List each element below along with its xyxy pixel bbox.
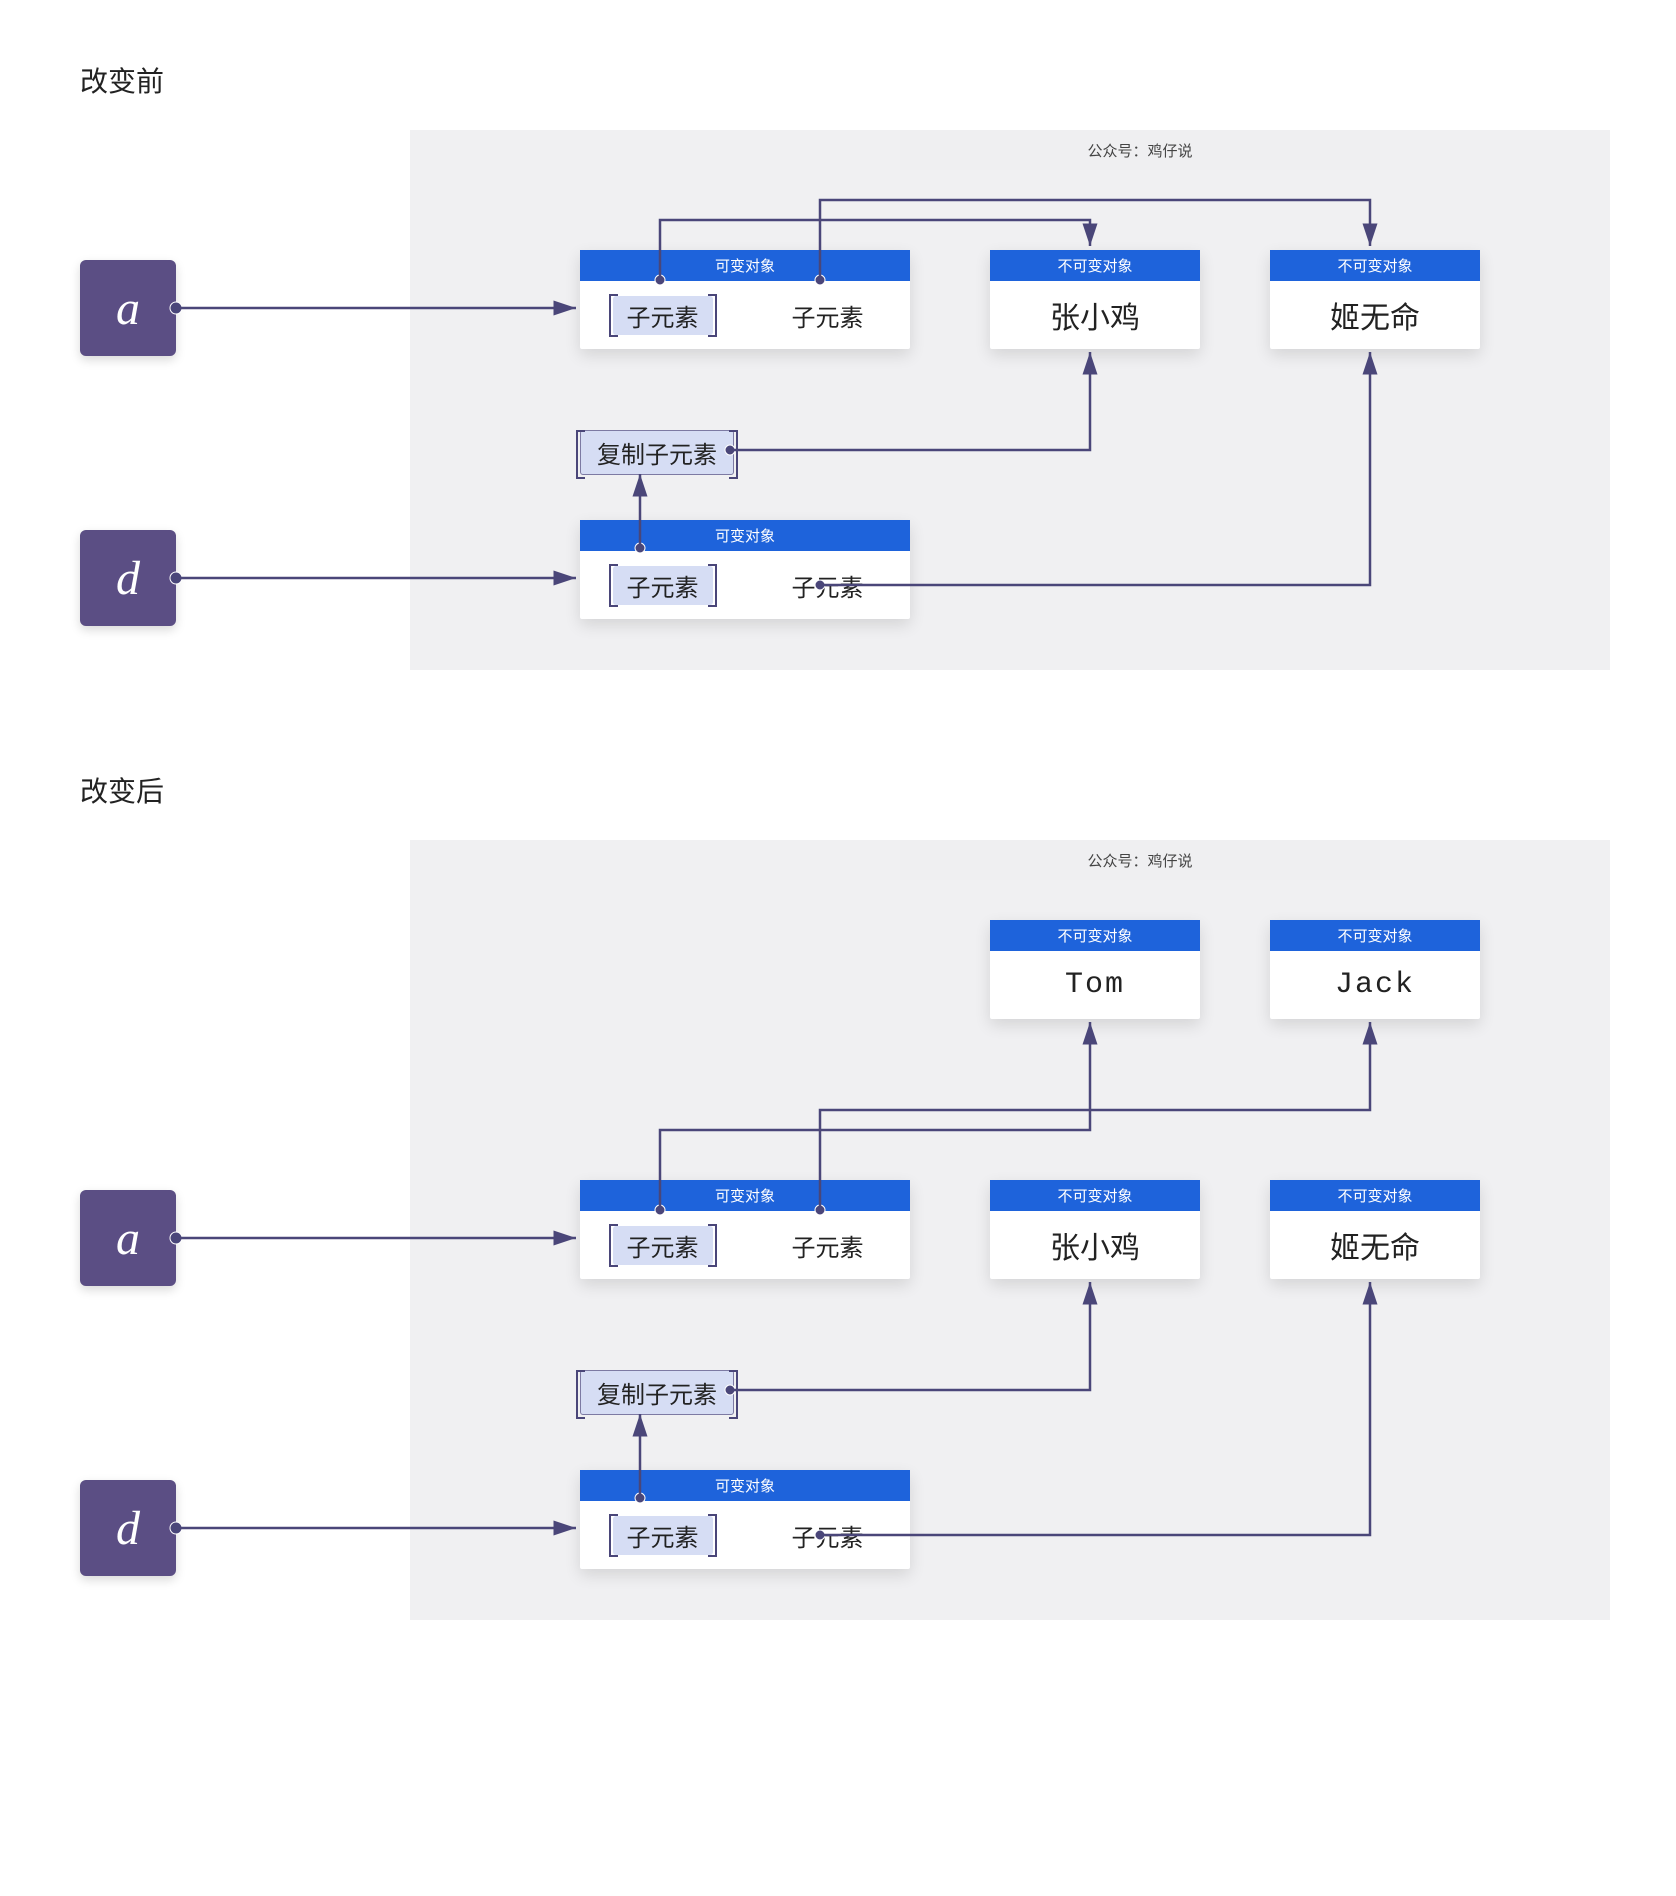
card-value: 张小鸡 [1050, 1223, 1140, 1267]
diagram-after: 公众号：鸡仔说 不可变对象 Tom 不可变对象 Jack a d 可变对象 子元… [80, 840, 1596, 1640]
child-chip-1: 子元素 [613, 1226, 713, 1265]
watermark-text: 公众号：鸡仔说 [1087, 850, 1192, 871]
card-header: 不可变对象 [1270, 250, 1480, 281]
mutable-card-d: 可变对象 子元素 子元素 [580, 1470, 910, 1569]
watermark-text: 公众号：鸡仔说 [1087, 140, 1192, 161]
card-value: Tom [1065, 968, 1125, 1002]
child-chip-2: 子元素 [778, 1226, 878, 1265]
card-header: 可变对象 [580, 250, 910, 281]
child-chip-2: 子元素 [778, 296, 878, 335]
card-value: Jack [1335, 968, 1415, 1002]
card-header: 不可变对象 [990, 250, 1200, 281]
var-a-box: a [80, 260, 176, 356]
child-chip-d1: 子元素 [613, 566, 713, 605]
copy-child-chip: 复制子元素 [580, 430, 734, 475]
copy-child-text: 复制子元素 [597, 435, 717, 470]
immutable-card-jack: 不可变对象 Jack [1270, 920, 1480, 1019]
diagram-before: 公众号：鸡仔说 a d 可变对象 子元素 子元素 不可变对象 张小鸡 不可变对象… [80, 130, 1596, 690]
mutable-card-d: 可变对象 子元素 子元素 [580, 520, 910, 619]
watermark-strip: 公众号：鸡仔说 [900, 130, 1380, 170]
section-after-title: 改变后 [80, 770, 1596, 810]
copy-child-chip: 复制子元素 [580, 1370, 734, 1415]
immutable-card-name1: 不可变对象 张小鸡 [990, 250, 1200, 349]
var-d-label: d [116, 551, 140, 606]
card-value: 张小鸡 [1050, 293, 1140, 337]
mutable-card-a: 可变对象 子元素 子元素 [580, 1180, 910, 1279]
var-a-label: a [116, 1211, 140, 1266]
card-value: 姬无命 [1330, 293, 1420, 337]
child-chip-d1: 子元素 [613, 1516, 713, 1555]
child-chip-1: 子元素 [613, 296, 713, 335]
immutable-card-name1: 不可变对象 张小鸡 [990, 1180, 1200, 1279]
immutable-card-tom: 不可变对象 Tom [990, 920, 1200, 1019]
card-header: 可变对象 [580, 1180, 910, 1211]
card-value: 姬无命 [1330, 1223, 1420, 1267]
var-d-box: d [80, 530, 176, 626]
card-header: 不可变对象 [990, 920, 1200, 951]
var-d-box: d [80, 1480, 176, 1576]
section-before-title: 改变前 [80, 60, 1596, 100]
card-header: 可变对象 [580, 520, 910, 551]
copy-child-text: 复制子元素 [597, 1375, 717, 1410]
card-header: 不可变对象 [990, 1180, 1200, 1211]
var-d-label: d [116, 1501, 140, 1556]
child-chip-d2: 子元素 [778, 1516, 878, 1555]
var-a-label: a [116, 281, 140, 336]
var-a-box: a [80, 1190, 176, 1286]
card-header: 不可变对象 [1270, 920, 1480, 951]
card-header: 可变对象 [580, 1470, 910, 1501]
child-chip-d2: 子元素 [778, 566, 878, 605]
immutable-card-name2: 不可变对象 姬无命 [1270, 250, 1480, 349]
mutable-card-a: 可变对象 子元素 子元素 [580, 250, 910, 349]
card-header: 不可变对象 [1270, 1180, 1480, 1211]
watermark-strip: 公众号：鸡仔说 [900, 840, 1380, 880]
immutable-card-name2: 不可变对象 姬无命 [1270, 1180, 1480, 1279]
